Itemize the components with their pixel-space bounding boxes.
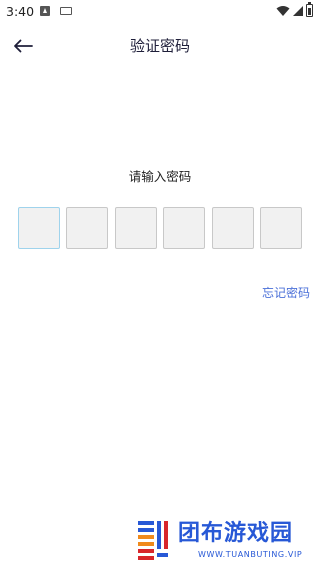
password-digit-box[interactable] [114,207,157,249]
header: 验证密码 [0,28,320,64]
keyboard-icon [60,7,72,15]
password-digit-box[interactable] [259,207,302,249]
cellular-icon [293,6,303,16]
page-title: 验证密码 [129,37,190,55]
password-input[interactable] [18,207,302,251]
password-digit-box[interactable] [163,207,206,249]
watermark-logo: 团布游戏园 WWW.TUANBUTING.VIP [136,520,316,564]
wifi-icon [276,6,290,16]
watermark-url: WWW.TUANBUTING.VIP [198,550,303,559]
forgot-password-link[interactable]: 忘记密码 [262,285,310,301]
status-bar: 3:40 [0,0,320,24]
notification-a-icon [40,6,50,16]
password-digit-box[interactable] [66,207,109,249]
watermark-name: 团布游戏园 [178,521,294,546]
password-digit-box[interactable] [211,207,254,249]
password-digit-box[interactable] [18,207,60,249]
battery-icon [306,2,313,17]
status-time: 3:40 [6,4,35,19]
password-prompt: 请输入密码 [128,169,192,184]
watermark-mark-icon [138,521,168,560]
